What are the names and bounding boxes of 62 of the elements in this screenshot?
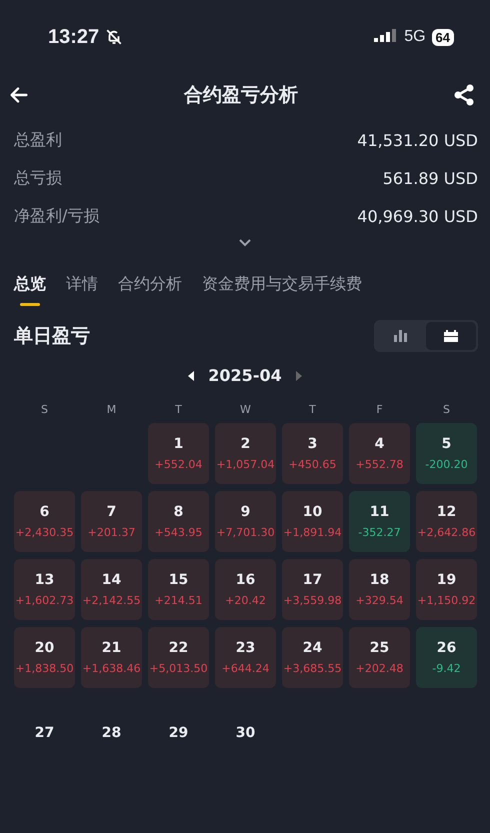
network-label: 5G bbox=[404, 28, 426, 46]
day-number: 30 bbox=[236, 725, 256, 741]
profit-day-cell[interactable]: 23 +644.24 bbox=[215, 627, 276, 688]
profit-day-cell[interactable]: 4 +552.78 bbox=[349, 423, 410, 484]
summary-value: 41,531.20 USD bbox=[357, 130, 478, 150]
profit-day-cell[interactable]: 16 +20.42 bbox=[215, 559, 276, 620]
profit-day-cell[interactable]: 10 +1,891.94 bbox=[282, 491, 343, 552]
page-title: 合约盈亏分析 bbox=[184, 83, 298, 108]
day-number: 28 bbox=[102, 725, 122, 741]
profit-day-cell[interactable]: 8 +543.95 bbox=[148, 491, 209, 552]
section-title: 单日盈亏 bbox=[14, 324, 90, 349]
weekday-label: T bbox=[308, 403, 317, 416]
day-number: 27 bbox=[34, 725, 54, 741]
month-label: 2025-04 bbox=[208, 366, 282, 385]
summary-label: 总亏损 bbox=[14, 168, 62, 188]
summary-label: 净盈利/亏损 bbox=[14, 206, 100, 226]
profit-day-cell[interactable]: 19 +1,150.92 bbox=[416, 559, 477, 620]
weekday-label: T bbox=[174, 403, 183, 416]
calendar-view-button[interactable] bbox=[426, 322, 476, 350]
tab[interactable]: 合约分析 bbox=[118, 274, 182, 306]
profit-day-cell[interactable]: 24 +3,685.55 bbox=[282, 627, 343, 688]
summary-value: 561.89 USD bbox=[382, 168, 478, 188]
tab[interactable]: 资金费用与交易手续费 bbox=[202, 274, 362, 306]
profit-day-cell[interactable]: 17 +3,559.98 bbox=[282, 559, 343, 620]
weekday-label: W bbox=[239, 403, 252, 416]
weekday-label: S bbox=[442, 403, 451, 416]
profit-day-cell[interactable]: 7 +201.37 bbox=[81, 491, 142, 552]
next-month-icon[interactable] bbox=[296, 370, 302, 380]
profit-day-cell[interactable]: 21 +1,638.46 bbox=[81, 627, 142, 688]
chevron-down-icon[interactable] bbox=[238, 238, 252, 248]
profit-day-cell[interactable]: 13 +1,602.73 bbox=[14, 559, 75, 620]
profit-day-cell[interactable]: 6 +2,430.35 bbox=[14, 491, 75, 552]
summary-label: 总盈利 bbox=[14, 130, 62, 150]
loss-day-cell[interactable]: 11 -352.27 bbox=[349, 491, 410, 552]
tab[interactable]: 详情 bbox=[66, 274, 98, 306]
profit-day-cell[interactable]: 9 +7,701.30 bbox=[215, 491, 276, 552]
signal-icon bbox=[374, 29, 398, 45]
calendar-icon bbox=[444, 330, 458, 342]
day-number: 29 bbox=[168, 725, 188, 741]
weekday-label: M bbox=[106, 403, 118, 416]
battery-level: 64 bbox=[432, 28, 454, 46]
loss-day-cell[interactable]: 26 -9.42 bbox=[416, 627, 477, 688]
summary-value: 40,969.30 USD bbox=[357, 206, 478, 226]
status-time: 13:27 bbox=[48, 26, 100, 48]
loss-day-cell[interactable]: 5 -200.20 bbox=[416, 423, 477, 484]
profit-day-cell[interactable]: 15 +214.51 bbox=[148, 559, 209, 620]
weekday-label: F bbox=[375, 403, 384, 416]
profit-day-cell[interactable]: 3 +450.65 bbox=[282, 423, 343, 484]
share-icon[interactable] bbox=[452, 83, 476, 107]
profit-day-cell[interactable]: 25 +202.48 bbox=[349, 627, 410, 688]
profit-day-cell[interactable]: 1 +552.04 bbox=[148, 423, 209, 484]
previous-month-icon[interactable] bbox=[188, 370, 194, 380]
profit-day-cell[interactable]: 2 +1,057.04 bbox=[215, 423, 276, 484]
profit-day-cell[interactable]: 12 +2,642.86 bbox=[416, 491, 477, 552]
profit-day-cell[interactable]: 18 +329.54 bbox=[349, 559, 410, 620]
bell-muted-icon bbox=[105, 28, 124, 46]
profit-day-cell[interactable]: 14 +2,142.55 bbox=[81, 559, 142, 620]
bar-chart-icon bbox=[394, 330, 408, 342]
tab[interactable]: 总览 bbox=[14, 274, 46, 306]
profit-day-cell[interactable]: 20 +1,838.50 bbox=[14, 627, 75, 688]
profit-day-cell[interactable]: 22 +5,013.50 bbox=[148, 627, 209, 688]
weekday-label: S bbox=[40, 403, 49, 416]
